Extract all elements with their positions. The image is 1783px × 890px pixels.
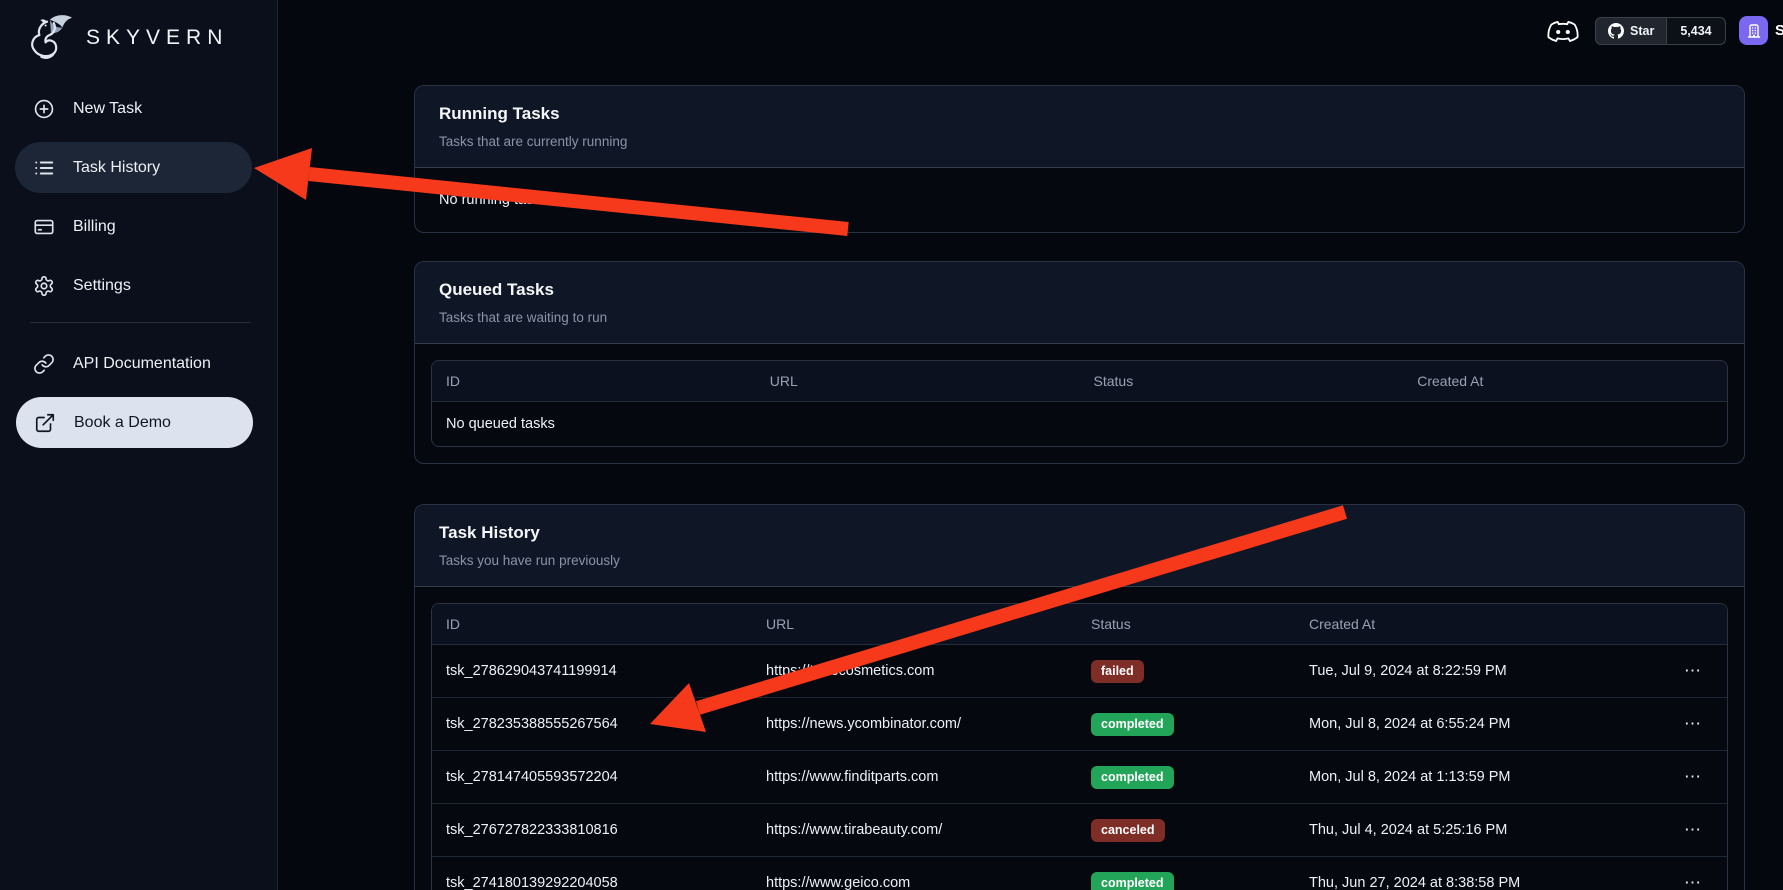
account-name-clipped[interactable]: S [1775,22,1783,39]
row-actions-button ellipsis-icon[interactable]: ⋯ [1680,874,1707,890]
task-id-cell: tsk_278147405593572204 [432,751,752,804]
main-content: Running Tasks Tasks that are currently r… [414,85,1745,890]
organization-icon [1746,23,1762,39]
row-actions-button ellipsis-icon[interactable]: ⋯ [1680,768,1707,786]
task-created-at-cell: Tue, Jul 9, 2024 at 8:22:59 PM [1295,645,1663,698]
panel-title: Running Tasks [439,104,1720,124]
credit-card-icon [33,216,55,238]
task-row[interactable]: tsk_278147405593572204 https://www.findi… [432,751,1727,804]
github-icon [1608,23,1624,39]
task-history-panel: Task History Tasks you have run previous… [414,504,1745,890]
column-header-created-at: Created At [1295,604,1663,645]
task-status-cell: completed [1077,698,1295,751]
task-actions-cell: ⋯ [1663,751,1727,804]
task-created-at-cell: Thu, Jul 4, 2024 at 5:25:16 PM [1295,804,1663,857]
queued-tasks-empty-row: No queued tasks [432,402,1727,447]
running-tasks-panel: Running Tasks Tasks that are currently r… [414,85,1745,233]
app-root: SKYVERN New Task Task History Billing [0,0,1783,890]
column-header-url: URL [756,361,1080,402]
task-row[interactable]: tsk_276727822333810816 https://www.tirab… [432,804,1727,857]
sidebar-item-new-task[interactable]: New Task [15,83,252,134]
task-status-cell: completed [1077,751,1295,804]
avatar[interactable] [1739,16,1768,45]
task-created-at-cell: Thu, Jun 27, 2024 at 8:38:58 PM [1295,857,1663,890]
status-badge: completed [1091,766,1174,789]
task-row[interactable]: tsk_274180139292204058 https://www.geico… [432,857,1727,890]
task-id-cell: tsk_276727822333810816 [432,804,752,857]
column-header-status: Status [1080,361,1404,402]
github-star-count[interactable]: 5,434 [1667,17,1725,45]
sidebar: SKYVERN New Task Task History Billing [0,0,278,890]
sidebar-item-billing[interactable]: Billing [15,201,252,252]
row-actions-button ellipsis-icon[interactable]: ⋯ [1680,715,1707,733]
column-header-url: URL [752,604,1077,645]
sidebar-item-book-a-demo[interactable]: Book a Demo [16,397,253,448]
status-badge: completed [1091,713,1174,736]
queued-tasks-empty-message: No queued tasks [432,402,1727,447]
header-actions: Star 5,434 S [0,0,1783,60]
running-tasks-header: Running Tasks Tasks that are currently r… [415,86,1744,168]
sidebar-item-api-documentation[interactable]: API Documentation [15,338,252,389]
running-tasks-empty-message: No running tasks [415,168,1744,232]
sidebar-divider [30,322,251,323]
task-url-cell: https://www.tirabeauty.com/ [752,804,1077,857]
column-header-created-at: Created At [1403,361,1727,402]
task-history-header: Task History Tasks you have run previous… [415,505,1744,587]
sidebar-item-task-history[interactable]: Task History [15,142,252,193]
task-history-body: tsk_278629043741199914 https://tartecosm… [432,645,1727,890]
github-star-button[interactable]: Star 5,434 [1595,17,1726,45]
list-icon [33,157,55,179]
panel-title: Queued Tasks [439,280,1720,300]
task-url-cell: https://www.finditparts.com [752,751,1077,804]
panel-subtitle: Tasks that are currently running [439,133,1720,151]
table-header-row: ID URL Status Created At [432,361,1727,402]
plus-circle-icon [33,98,55,120]
queued-tasks-table: ID URL Status Created At No queued tasks [431,360,1728,447]
column-header-id: ID [432,361,756,402]
table-header-row: ID URL Status Created At [432,604,1727,645]
column-header-actions [1663,604,1727,645]
panel-title: Task History [439,523,1720,543]
task-actions-cell: ⋯ [1663,645,1727,698]
task-actions-cell: ⋯ [1663,857,1727,890]
task-status-cell: failed [1077,645,1295,698]
panel-subtitle: Tasks that are waiting to run [439,309,1720,327]
link-icon [33,353,55,375]
task-id-cell: tsk_274180139292204058 [432,857,752,890]
task-row[interactable]: tsk_278235388555267564 https://news.ycom… [432,698,1727,751]
queued-tasks-panel: Queued Tasks Tasks that are waiting to r… [414,261,1745,464]
task-history-table: ID URL Status Created At tsk_27862904374… [431,603,1728,890]
task-status-cell: completed [1077,857,1295,890]
row-actions-button ellipsis-icon[interactable]: ⋯ [1680,821,1707,839]
status-badge: failed [1091,660,1144,683]
task-url-cell: https://tartecosmetics.com [752,645,1077,698]
task-actions-cell: ⋯ [1663,804,1727,857]
gear-icon [33,275,55,297]
task-status-cell: canceled [1077,804,1295,857]
external-link-icon [34,412,56,434]
task-id-cell: tsk_278235388555267564 [432,698,752,751]
task-row[interactable]: tsk_278629043741199914 https://tartecosm… [432,645,1727,698]
column-header-status: Status [1077,604,1295,645]
github-star-label: Star [1630,24,1654,38]
queued-tasks-header: Queued Tasks Tasks that are waiting to r… [415,262,1744,344]
row-actions-button ellipsis-icon[interactable]: ⋯ [1680,662,1707,680]
task-actions-cell: ⋯ [1663,698,1727,751]
sidebar-nav: New Task Task History Billing Settings [0,83,277,448]
task-id-cell: tsk_278629043741199914 [432,645,752,698]
task-created-at-cell: Mon, Jul 8, 2024 at 6:55:24 PM [1295,698,1663,751]
sidebar-item-settings[interactable]: Settings [15,260,252,311]
status-badge: completed [1091,872,1174,890]
column-header-id: ID [432,604,752,645]
status-badge: canceled [1091,819,1165,842]
task-url-cell: https://www.geico.com [752,857,1077,890]
discord-icon[interactable] [1547,19,1579,45]
task-created-at-cell: Mon, Jul 8, 2024 at 1:13:59 PM [1295,751,1663,804]
panel-subtitle: Tasks you have run previously [439,552,1720,570]
task-url-cell: https://news.ycombinator.com/ [752,698,1077,751]
